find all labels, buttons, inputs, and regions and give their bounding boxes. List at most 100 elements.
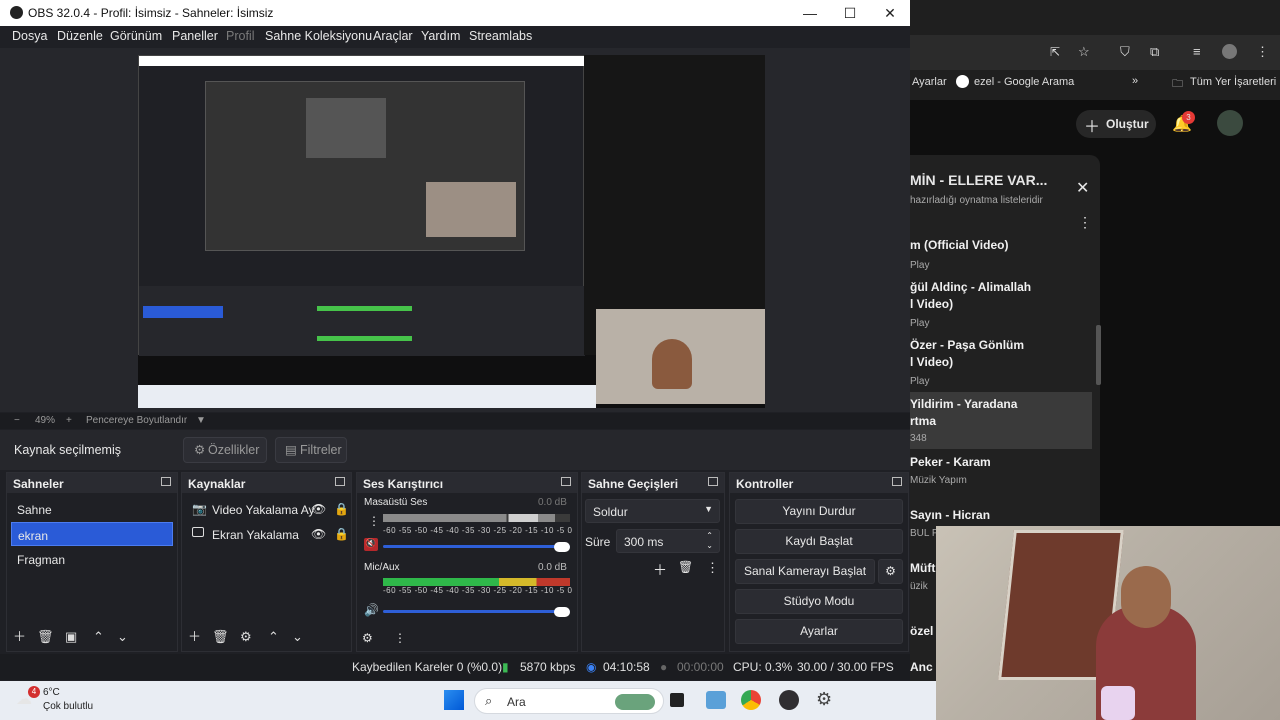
- close-playlist-icon[interactable]: ✕: [1076, 178, 1089, 198]
- eye-icon[interactable]: 👁: [311, 502, 326, 516]
- filters-button[interactable]: ▤ Filtreler: [275, 437, 347, 463]
- playlist-item-title[interactable]: m (Official Video): [910, 238, 1008, 252]
- properties-button[interactable]: ⚙ Özellikler: [183, 437, 267, 463]
- remove-scene-icon[interactable]: 🗑: [37, 629, 54, 645]
- scene-filters-icon[interactable]: ▣: [65, 629, 77, 645]
- playlist-item-title[interactable]: rtma: [910, 414, 936, 428]
- photos-app-icon[interactable]: [706, 691, 726, 709]
- stepper-icon[interactable]: ⌃ ⌄: [706, 531, 713, 551]
- remove-source-icon[interactable]: 🗑: [212, 629, 229, 645]
- lock-icon[interactable]: 🔒: [334, 502, 349, 516]
- playlist-item-title[interactable]: l Video): [910, 355, 953, 369]
- preview-area[interactable]: [0, 48, 910, 412]
- undock-icon[interactable]: [335, 477, 345, 486]
- settings-button[interactable]: Ayarlar: [735, 619, 903, 644]
- playlist-item-title[interactable]: l Video): [910, 297, 953, 311]
- virtual-camera-button[interactable]: Sanal Kamerayı Başlat: [735, 559, 875, 584]
- playlist-item-title[interactable]: Yildirim - Yaradana: [910, 397, 1017, 411]
- muted-speaker-icon[interactable]: 🔇: [364, 538, 378, 551]
- scene-item[interactable]: Sahne: [11, 497, 173, 521]
- mixer-settings-icon[interactable]: ⚙: [362, 631, 373, 645]
- volume-slider[interactable]: [383, 545, 570, 548]
- undock-icon[interactable]: [161, 477, 171, 486]
- star-icon[interactable]: ☆: [1078, 44, 1090, 60]
- share-icon[interactable]: ⇱: [1050, 45, 1060, 59]
- move-up-icon[interactable]: ⌃: [93, 629, 104, 645]
- source-properties-icon[interactable]: ⚙: [240, 629, 252, 645]
- source-item[interactable]: 📷 Video Yakalama Ay 👁 🔒: [186, 497, 349, 521]
- all-bookmarks[interactable]: Tüm Yer İşaretleri: [1190, 76, 1276, 88]
- speaker-icon[interactable]: 🔊: [364, 603, 379, 617]
- maximize-button[interactable]: ☐: [830, 2, 870, 24]
- shield-icon[interactable]: ⛉: [1120, 44, 1130, 60]
- weather-desc[interactable]: Çok bulutlu: [43, 701, 93, 712]
- menu-duzenle[interactable]: Düzenle: [57, 29, 103, 43]
- menu-profil[interactable]: Profil: [226, 29, 254, 43]
- more-bookmarks[interactable]: »: [1132, 75, 1138, 87]
- move-down-icon[interactable]: ⌄: [117, 629, 128, 645]
- studio-mode-button[interactable]: Stüdyo Modu: [735, 589, 903, 614]
- playlist-item-title[interactable]: Anc: [910, 660, 933, 674]
- menu-yardim[interactable]: Yardım: [421, 29, 460, 43]
- undock-icon[interactable]: [708, 477, 718, 486]
- avatar[interactable]: [1217, 110, 1243, 136]
- lock-icon[interactable]: 🔒: [334, 527, 349, 541]
- remove-transition-icon[interactable]: 🗑: [678, 560, 693, 574]
- minimize-button[interactable]: —: [790, 2, 830, 24]
- chrome-icon[interactable]: [741, 690, 761, 710]
- volume-knob[interactable]: [554, 542, 570, 552]
- start-recording-button[interactable]: Kaydı Başlat: [735, 529, 903, 554]
- profile-avatar[interactable]: [1222, 44, 1237, 59]
- extensions-icon[interactable]: ⧉: [1150, 44, 1159, 60]
- browser-menu-icon[interactable]: ⋮: [1256, 44, 1269, 60]
- playlist-item-title[interactable]: Peker - Karam: [910, 455, 991, 469]
- add-scene-icon[interactable]: ＋: [13, 626, 26, 645]
- settings-gear-icon[interactable]: ⚙: [816, 689, 832, 710]
- weather-temp[interactable]: 6°C: [43, 687, 60, 698]
- add-source-icon[interactable]: ＋: [188, 626, 201, 645]
- move-down-icon[interactable]: ⌄: [292, 629, 303, 645]
- menu-paneller[interactable]: Paneller: [172, 29, 218, 43]
- menu-araclar[interactable]: Araçlar: [373, 29, 413, 43]
- obs-taskbar-icon[interactable]: [779, 690, 799, 710]
- taskview-icon[interactable]: [670, 693, 684, 707]
- move-up-icon[interactable]: ⌃: [268, 629, 279, 645]
- windows-start-icon[interactable]: [444, 690, 464, 710]
- close-button[interactable]: ✕: [870, 2, 910, 24]
- zoom-dropdown-icon[interactable]: ▼: [196, 415, 206, 426]
- fit-window-label[interactable]: Pencereye Boyutlandır: [86, 415, 187, 426]
- scene-item[interactable]: Fragman: [11, 547, 173, 571]
- bookmark-item[interactable]: ezel - Google Arama: [974, 76, 1074, 88]
- volume-slider[interactable]: [383, 610, 570, 613]
- create-button[interactable]: ＋ Oluştur: [1076, 110, 1156, 138]
- transition-select[interactable]: Soldur ▼: [585, 499, 720, 523]
- playlist-item-title[interactable]: Özer - Paşa Gönlüm: [910, 338, 1024, 352]
- playlist-item-title[interactable]: ğül Aldinç - Alimallah: [910, 280, 1031, 294]
- preview-canvas[interactable]: [138, 55, 765, 408]
- add-transition-icon[interactable]: ＋: [653, 560, 667, 580]
- menu-dosya[interactable]: Dosya: [12, 29, 47, 43]
- media-icon[interactable]: ≡: [1193, 44, 1201, 59]
- menu-gorunum[interactable]: Görünüm: [110, 29, 162, 43]
- mixer-menu-icon[interactable]: ⋮: [394, 631, 406, 645]
- bookmark-item[interactable]: Ayarlar: [912, 76, 947, 88]
- taskbar-search[interactable]: ⌕ Ara: [474, 688, 664, 714]
- playlist-scrollbar[interactable]: [1096, 325, 1101, 385]
- channel-menu-icon[interactable]: ⋮: [368, 514, 380, 528]
- virtual-camera-settings-icon[interactable]: ⚙: [878, 559, 903, 584]
- source-item[interactable]: Ekran Yakalama 👁 🔒: [186, 522, 349, 546]
- undock-icon[interactable]: [892, 477, 902, 486]
- playlist-item-title[interactable]: Müft: [910, 561, 935, 575]
- menu-sahne-koleksiyonu[interactable]: Sahne Koleksiyonu: [265, 29, 372, 43]
- zoom-in-button[interactable]: +: [66, 415, 72, 426]
- volume-knob[interactable]: [554, 607, 570, 617]
- duration-input[interactable]: 300 ms ⌃ ⌄: [616, 529, 720, 553]
- eye-icon[interactable]: 👁: [311, 527, 326, 541]
- stop-streaming-button[interactable]: Yayını Durdur: [735, 499, 903, 524]
- undock-icon[interactable]: [561, 477, 571, 486]
- zoom-out-button[interactable]: −: [14, 415, 20, 426]
- scene-item-selected[interactable]: ekran: [11, 522, 173, 546]
- playlist-item-title[interactable]: Sayın - Hicran: [910, 508, 990, 522]
- menu-streamlabs[interactable]: Streamlabs: [469, 29, 532, 43]
- transition-menu-icon[interactable]: ⋮: [706, 560, 719, 576]
